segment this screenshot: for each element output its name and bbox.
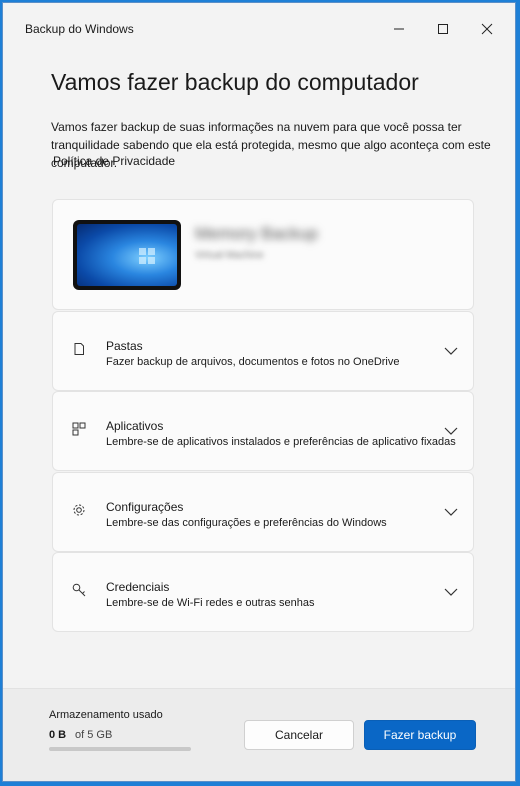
page-title: Vamos fazer backup do computador: [51, 69, 419, 95]
device-illustration: [73, 220, 181, 290]
item-label: Credenciais: [106, 580, 170, 594]
window-title: Backup do Windows: [25, 22, 134, 36]
storage-used-value: 0 B: [49, 729, 67, 741]
minimize-icon: [394, 28, 404, 30]
backup-button[interactable]: Fazer backup: [364, 720, 476, 750]
chevron-down-icon[interactable]: [443, 587, 459, 597]
gear-icon: [73, 504, 85, 516]
item-description: Lembre-se de aplicativos instalados e pr…: [106, 436, 456, 448]
device-card: Memory Backup Virtual Machine: [52, 199, 474, 310]
storage-total-value: of 5 GB: [75, 729, 113, 741]
item-label: Aplicativos: [106, 419, 164, 433]
item-description: Lembre-se de Wi-Fi redes e outras senhas: [106, 597, 315, 609]
minimize-button[interactable]: [387, 17, 411, 41]
apps-icon: [72, 422, 86, 436]
title-bar: Backup do Windows: [3, 3, 515, 55]
key-icon: [72, 583, 86, 597]
maximize-icon: [438, 24, 448, 34]
item-description: Fazer backup de arquivos, documentos e f…: [106, 356, 400, 368]
device-name: Memory Backup: [195, 224, 318, 243]
chevron-down-icon[interactable]: [443, 507, 459, 517]
folder-icon: [74, 343, 84, 355]
cancel-button[interactable]: Cancelar: [244, 720, 354, 750]
backup-item-credentials[interactable]: Credenciais Lembre-se de Wi-Fi redes e o…: [52, 552, 474, 632]
storage-progress-bar: [49, 747, 191, 751]
storage-label: Armazenamento usado: [49, 709, 163, 721]
backup-item-settings[interactable]: Configurações Lembre-se das configuraçõe…: [52, 472, 474, 552]
close-icon: [481, 23, 493, 35]
item-label: Configurações: [106, 500, 184, 514]
backup-item-folders[interactable]: Pastas Fazer backup de arquivos, documen…: [52, 311, 474, 391]
chevron-down-icon[interactable]: [443, 426, 459, 436]
backup-item-apps[interactable]: Aplicativos Lembre-se de aplicativos ins…: [52, 391, 474, 471]
maximize-button[interactable]: [431, 17, 455, 41]
windows-logo-icon: [139, 248, 155, 264]
item-label: Pastas: [106, 339, 143, 353]
backup-window: Backup do Windows Vamos fazer backup do …: [2, 2, 516, 782]
close-button[interactable]: [475, 17, 499, 41]
device-subtitle: Virtual Machine: [195, 250, 264, 261]
chevron-down-icon[interactable]: [443, 346, 459, 356]
privacy-policy-link[interactable]: Política de Privacidade: [53, 154, 175, 168]
footer-bar: Armazenamento usado 0 B of 5 GB Cancelar…: [3, 688, 515, 781]
item-description: Lembre-se das configurações e preferênci…: [106, 517, 387, 529]
